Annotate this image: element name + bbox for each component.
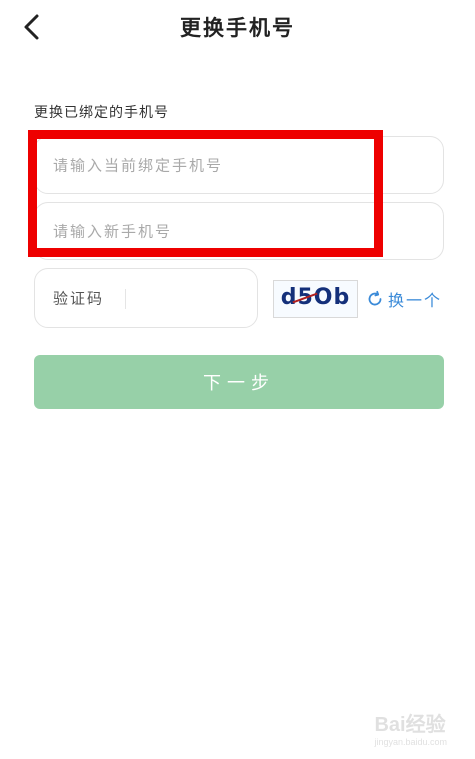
- watermark-sub: jingyan.baidu.com: [374, 737, 447, 747]
- captcha-image[interactable]: d5Ob: [273, 280, 358, 318]
- verification-code-placeholder: 验证码: [53, 289, 105, 308]
- refresh-label: 换一个: [388, 291, 443, 310]
- captcha-text: d5Ob: [280, 285, 351, 310]
- watermark-main: Bai经验: [374, 714, 446, 736]
- input-divider: [125, 289, 126, 309]
- highlight-annotation-box: [28, 130, 383, 257]
- section-label: 更换已绑定的手机号: [34, 105, 169, 121]
- refresh-icon: [368, 290, 382, 306]
- next-step-button[interactable]: 下一步: [34, 355, 444, 409]
- refresh-captcha-button[interactable]: 换一个: [366, 287, 442, 311]
- verification-code-input[interactable]: 验证码: [34, 268, 258, 328]
- watermark: Bai经验 jingyan.baidu.com: [374, 708, 447, 747]
- page-title: 更换手机号: [180, 16, 295, 40]
